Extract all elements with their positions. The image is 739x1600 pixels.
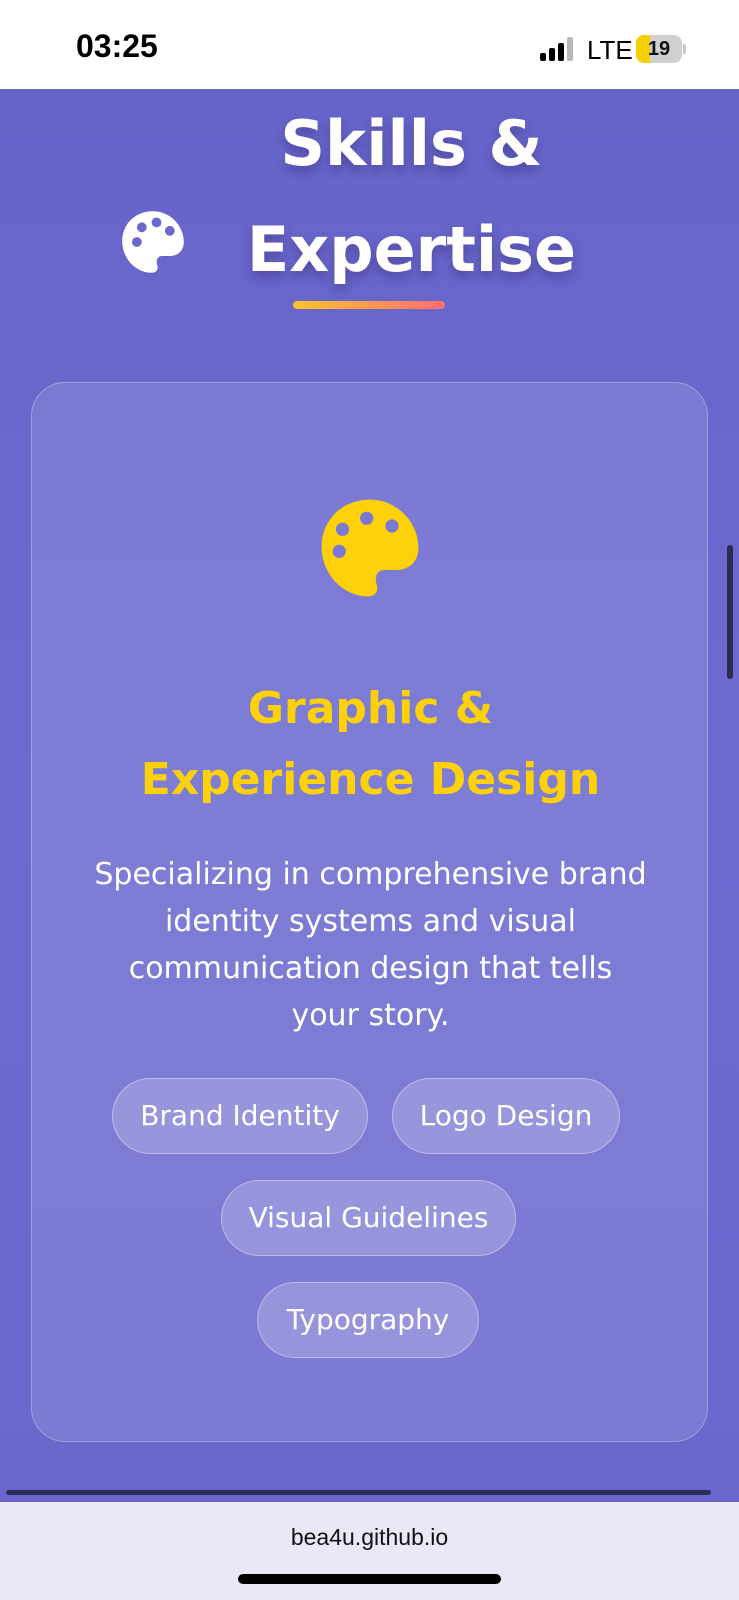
tag-visual-guidelines[interactable]: Visual Guidelines [221,1180,516,1256]
page-content: Skills & Expertise Graphic & Experience … [0,89,739,1502]
divider [6,1490,711,1495]
battery-icon: 19 [636,35,686,63]
url-text[interactable]: bea4u.github.io [0,1524,739,1551]
palette-icon [121,211,184,273]
tag-brand-identity[interactable]: Brand Identity [112,1078,368,1154]
scrollbar-thumb[interactable] [727,545,733,679]
battery-level: 19 [647,38,671,60]
section-title: Skills & Expertise [0,91,739,303]
network-type: LTE [587,35,633,65]
skill-card: Graphic & Experience Design Specializing… [31,382,708,1442]
card-title: Graphic & Experience Design [140,683,601,805]
tag-typography[interactable]: Typography [257,1282,479,1358]
browser-address-bar[interactable]: bea4u.github.io [0,1502,739,1600]
home-indicator[interactable] [238,1574,501,1584]
status-bar: 03:25 LTE 19 [0,0,739,89]
title-underline [293,301,445,309]
card-description: Specializing in comprehensive brand iden… [94,857,647,1033]
palette-icon [321,499,419,597]
status-time: 03:25 [76,28,158,64]
section-title-text: Skills & Expertise [246,107,577,286]
cellular-signal-icon [540,37,578,61]
tag-logo-design[interactable]: Logo Design [392,1078,620,1154]
